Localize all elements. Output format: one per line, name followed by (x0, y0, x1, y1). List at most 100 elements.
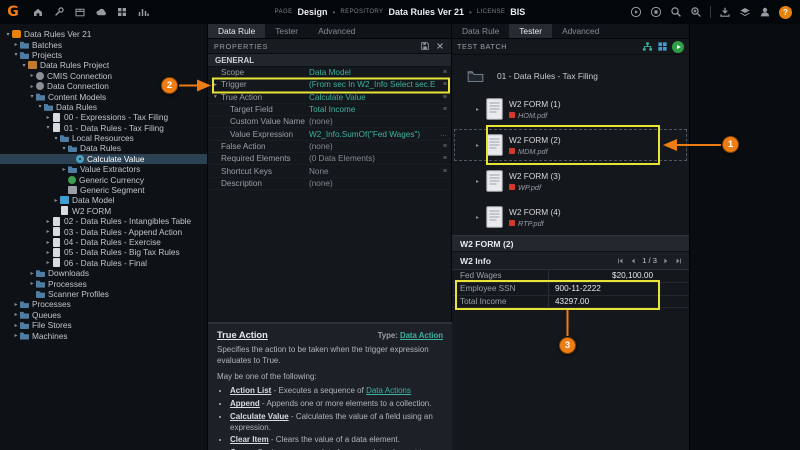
user-icon[interactable] (759, 6, 771, 18)
property-value[interactable]: W2_Info.SumOf("Fed Wages") (309, 130, 436, 139)
expand-arrow-icon[interactable]: ▾ (60, 145, 68, 152)
property-row-scope[interactable]: ScopeData Model≡ (208, 67, 451, 79)
help-type-link[interactable]: Data Action (400, 331, 443, 340)
expand-caret-icon[interactable]: ▸ (476, 178, 486, 185)
pager-first-icon[interactable] (616, 257, 624, 265)
document-item-w2-form-2[interactable]: ▸W2 FORM (2)MDM.pdf (452, 127, 689, 163)
property-value[interactable]: None (309, 167, 436, 176)
property-row-value-expression[interactable]: Value ExpressionW2_Info.SumOf("Fed Wages… (208, 128, 451, 140)
grid-icon[interactable] (657, 41, 668, 52)
properties-tab-advanced[interactable]: Advanced (308, 24, 365, 38)
tree-item-value-extractors[interactable]: ▸Value Extractors (0, 164, 207, 174)
tree-item-file-stores[interactable]: ▸File Stores (0, 320, 207, 330)
tester-tab-advanced[interactable]: Advanced (552, 24, 609, 38)
property-value[interactable]: Data Model (309, 68, 436, 77)
expand-arrow-icon[interactable]: ▾ (52, 135, 60, 142)
expand-arrow-icon[interactable]: ▸ (52, 197, 60, 204)
row-menu-icon[interactable]: ≡ (436, 81, 447, 88)
expand-caret-icon[interactable]: ▸ (214, 82, 221, 88)
property-row-true-action[interactable]: ▾True ActionCalculate Value≡ (208, 92, 451, 104)
tree-item-batches[interactable]: ▸Batches (0, 39, 207, 49)
expand-arrow-icon[interactable]: ▸ (28, 72, 36, 79)
tree-item-05-data-rules-big-tax-rules[interactable]: ▸05 - Data Rules - Big Tax Rules (0, 247, 207, 257)
chart-icon[interactable] (137, 6, 149, 18)
tree-item-04-data-rules-exercise[interactable]: ▸04 - Data Rules - Exercise (0, 237, 207, 247)
tree-item-01-data-rules-tax-filing[interactable]: ▾01 - Data Rules - Tax Filing (0, 123, 207, 133)
tree-item-02-data-rules-intangibles-table[interactable]: ▸02 - Data Rules - Intangibles Table (0, 216, 207, 226)
expand-arrow-icon[interactable]: ▸ (12, 322, 20, 329)
batches-icon[interactable] (74, 6, 86, 18)
properties-tab-data-rule[interactable]: Data Rule (208, 24, 265, 38)
tree-item-data-rules[interactable]: ▾Data Rules (0, 143, 207, 153)
row-menu-icon[interactable]: ≡ (436, 143, 447, 150)
expand-arrow-icon[interactable]: ▸ (44, 228, 52, 235)
zoom-in-icon[interactable] (690, 6, 702, 18)
expand-arrow-icon[interactable]: ▸ (44, 239, 52, 246)
field-value[interactable]: $20,100.00 (548, 270, 689, 282)
property-row-shortcut-keys[interactable]: Shortcut KeysNone≡ (208, 165, 451, 177)
help-term-link[interactable]: Clear Item (230, 435, 269, 444)
cloud-icon[interactable] (95, 6, 107, 18)
tools-icon[interactable] (53, 6, 65, 18)
property-row-target-field[interactable]: Target FieldTotal Income≡ (208, 104, 451, 116)
tree-item-generic-segment[interactable]: Generic Segment (0, 185, 207, 195)
expand-caret-icon[interactable]: ▸ (476, 214, 486, 221)
ellipsis-icon[interactable]: … (436, 131, 447, 138)
document-item-w2-form-1[interactable]: ▸W2 FORM (1)HOM.pdf (452, 91, 689, 127)
tester-tab-tester[interactable]: Tester (509, 24, 552, 38)
row-menu-icon[interactable]: ≡ (436, 106, 447, 113)
tester-tab-data-rule[interactable]: Data Rule (452, 24, 509, 38)
play-circle-icon[interactable] (630, 6, 642, 18)
expand-arrow-icon[interactable]: ▸ (60, 166, 68, 173)
expand-arrow-icon[interactable]: ▸ (12, 332, 20, 339)
property-row-required-elements[interactable]: Required Elements(0 Data Elements)≡ (208, 153, 451, 165)
general-section-header[interactable]: GENERAL (208, 54, 451, 67)
pager-next-icon[interactable] (662, 257, 670, 265)
tree-item-downloads[interactable]: ▸Downloads (0, 268, 207, 278)
row-menu-icon[interactable]: ≡ (436, 69, 447, 76)
property-row-trigger[interactable]: ▸Trigger(From sec In W2_Info Select sec.… (208, 79, 451, 91)
pager-last-icon[interactable] (675, 257, 683, 265)
tree-item-processes[interactable]: ▸Processes (0, 299, 207, 309)
tree-item-00-expressions-tax-filing[interactable]: ▸00 - Expressions - Tax Filing (0, 112, 207, 122)
help-term-link[interactable]: Calculate Value (230, 412, 289, 421)
row-menu-icon[interactable]: ≡ (436, 155, 447, 162)
properties-tab-tester[interactable]: Tester (265, 24, 308, 38)
tree-item-machines[interactable]: ▸Machines (0, 330, 207, 340)
home-icon[interactable] (32, 6, 44, 18)
expand-arrow-icon[interactable]: ▾ (12, 51, 20, 58)
repository-value[interactable]: Data Rules Ver 21 (388, 7, 464, 17)
row-menu-icon[interactable]: ≡ (436, 168, 447, 175)
property-row-description[interactable]: Description(none) (208, 178, 451, 190)
field-value[interactable]: 900-11-2222 (548, 283, 689, 295)
tree-item-03-data-rules-append-action[interactable]: ▸03 - Data Rules - Append Action (0, 226, 207, 236)
layers-icon[interactable] (739, 6, 751, 18)
property-value[interactable]: (From sec In W2_Info Select sec.Em... (309, 80, 436, 89)
tree-item-data-model[interactable]: ▸Data Model (0, 195, 207, 205)
workflow-icon[interactable] (642, 41, 653, 52)
property-value[interactable]: (none) (309, 117, 436, 126)
expand-caret-icon[interactable]: ▸ (476, 106, 486, 113)
expand-arrow-icon[interactable]: ▾ (20, 62, 28, 69)
field-value[interactable]: 43297.00 (548, 296, 689, 308)
tree-item-scanner-profiles[interactable]: Scanner Profiles (0, 289, 207, 299)
stop-circle-icon[interactable] (650, 6, 662, 18)
tree-item-calculate-value[interactable]: Calculate Value (0, 154, 207, 164)
property-value[interactable]: Calculate Value (309, 93, 436, 102)
help-term-link[interactable]: Append (230, 399, 260, 408)
expand-caret-icon[interactable]: ▾ (214, 94, 221, 100)
expand-arrow-icon[interactable]: ▾ (36, 103, 44, 110)
expand-arrow-icon[interactable]: ▸ (28, 280, 36, 287)
expand-arrow-icon[interactable]: ▾ (4, 31, 12, 38)
download-icon[interactable] (719, 6, 731, 18)
tree-item-content-models[interactable]: ▾Content Models (0, 91, 207, 101)
expand-arrow-icon[interactable]: ▸ (44, 249, 52, 256)
save-icon[interactable] (420, 41, 430, 51)
property-row-false-action[interactable]: False Action(none)≡ (208, 141, 451, 153)
document-item-w2-form-3[interactable]: ▸W2 FORM (3)WP.pdf (452, 163, 689, 199)
property-value[interactable]: (none) (309, 179, 436, 188)
tree-item-queues[interactable]: ▸Queues (0, 310, 207, 320)
tree-item-data-rules-ver-21[interactable]: ▾Data Rules Ver 21 (0, 29, 207, 39)
expand-arrow-icon[interactable]: ▾ (28, 93, 36, 100)
expand-arrow-icon[interactable]: ▸ (44, 114, 52, 121)
